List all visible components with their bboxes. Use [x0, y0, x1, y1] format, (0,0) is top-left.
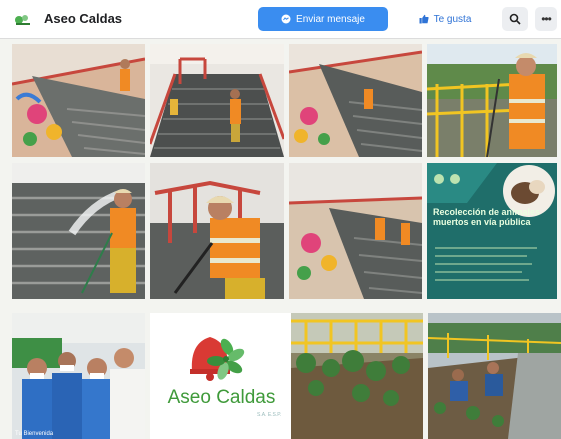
search-icon: [509, 13, 521, 25]
brand-logo-icon[interactable]: [12, 11, 34, 27]
messenger-icon: [281, 14, 291, 24]
photo-gardening-crew[interactable]: [428, 313, 561, 439]
like-label: Te gusta: [433, 13, 472, 25]
photo-stairs-mural-worker[interactable]: [12, 44, 145, 157]
brand-subtitle: S.A. E.S.P.: [257, 412, 282, 418]
photo-team-group[interactable]: Tu Bienvenida: [12, 313, 145, 439]
photo-stairs-mural-3[interactable]: [289, 163, 422, 299]
photo-stairs-cleaning-1[interactable]: [150, 44, 284, 157]
photo-worker-washing[interactable]: [150, 163, 284, 299]
photo-stairs-mural-2[interactable]: [289, 44, 422, 157]
photo-caption: Tu Bienvenida: [15, 431, 54, 437]
like-button[interactable]: Te gusta: [397, 7, 493, 31]
page-header: Aseo Caldas Enviar mensaje Te gusta •••: [0, 0, 561, 39]
brand-logo-tile[interactable]: Aseo Caldas S.A. E.S.P.: [150, 313, 293, 439]
more-icon: •••: [541, 12, 552, 26]
bell-leaf-logo-icon: [190, 337, 245, 381]
send-message-button[interactable]: Enviar mensaje: [258, 7, 388, 31]
search-button[interactable]: [502, 7, 528, 31]
photo-planting-railing[interactable]: [291, 313, 423, 439]
brand-name: Aseo Caldas: [167, 387, 276, 408]
promo-dead-animals-collection[interactable]: Recolección de animales muertos en vía p…: [427, 163, 557, 299]
promo-title: Recolección de animales muertos en vía p…: [433, 207, 541, 227]
thumbs-up-icon: [419, 14, 429, 24]
page-title[interactable]: Aseo Caldas: [44, 11, 122, 26]
send-message-label: Enviar mensaje: [296, 13, 365, 25]
photo-worker-railing[interactable]: [427, 44, 557, 157]
more-button[interactable]: •••: [535, 7, 557, 31]
photo-washing-stairs[interactable]: [12, 163, 145, 299]
